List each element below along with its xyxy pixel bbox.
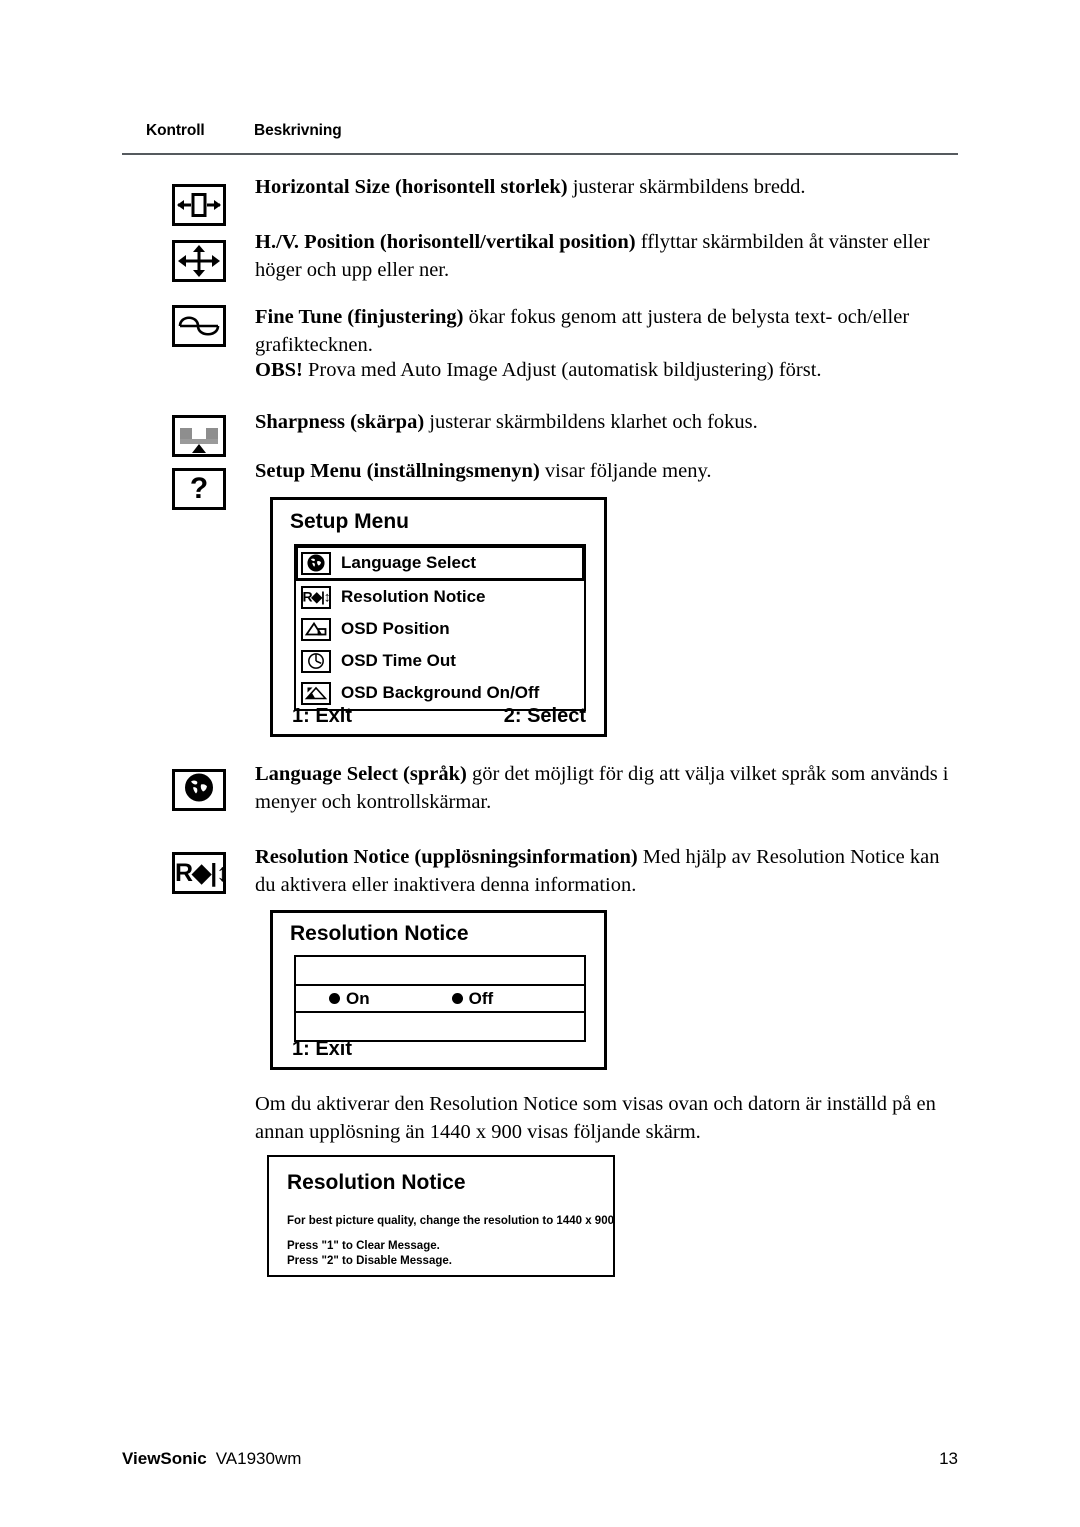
entry-term: Resolution Notice (upplösningsinformatio… bbox=[255, 846, 638, 868]
entry-term: H./V. Position (horisontell/vertikal pos… bbox=[255, 231, 636, 253]
entry-fine-tune-note: OBS! Prova med Auto Image Adjust (automa… bbox=[255, 356, 961, 384]
setup-menu-footer: 1: Exit 2: Select bbox=[292, 705, 586, 728]
sharpness-icon bbox=[172, 415, 226, 457]
header-divider bbox=[122, 153, 958, 155]
options-row-empty-top bbox=[296, 957, 584, 984]
column-header-control: Kontroll bbox=[146, 122, 205, 139]
exit-label[interactable]: 1: Exit bbox=[292, 705, 352, 728]
hv-position-icon bbox=[172, 240, 226, 282]
globe-icon bbox=[301, 551, 331, 575]
page-number: 13 bbox=[939, 1449, 958, 1468]
entry-term: Sharpness (skärpa) bbox=[255, 411, 425, 433]
model-name: VA1930wm bbox=[215, 1449, 302, 1468]
resolution-notice-glyph: R◆|↕ bbox=[302, 588, 331, 605]
setup-menu-osd: Setup Menu Language Select R◆|↕ Resoluti… bbox=[270, 497, 607, 737]
entry-sharpness: Sharpness (skärpa) justerar skärmbildens… bbox=[255, 408, 961, 436]
resolution-notice-glyph: R◆|↕ bbox=[175, 859, 229, 887]
menu-item-osd-position[interactable]: OSD Position bbox=[296, 613, 584, 645]
menu-item-label: Language Select bbox=[341, 553, 477, 572]
manual-page: Kontroll Beskrivning ? R◆|↕ Horizontal S… bbox=[0, 0, 1080, 1527]
setup-menu-icon: ? bbox=[172, 468, 226, 510]
menu-item-label: OSD Position bbox=[341, 619, 450, 638]
exit-label[interactable]: 1: Exit bbox=[292, 1038, 352, 1061]
entry-language-select: Language Select (språk) gör det möjligt … bbox=[255, 760, 961, 816]
entry-term: Horizontal Size (horisontell storlek) bbox=[255, 176, 568, 198]
resolution-notice-icon: R◆|↕ bbox=[301, 585, 331, 609]
options-row-empty-bottom bbox=[296, 1013, 584, 1040]
menu-item-osd-time-out[interactable]: OSD Time Out bbox=[296, 645, 584, 677]
question-mark-glyph: ? bbox=[189, 472, 209, 505]
osd-position-icon bbox=[301, 617, 331, 641]
menu-item-label: OSD Background On/Off bbox=[341, 683, 540, 702]
column-header-description: Beskrivning bbox=[254, 122, 342, 139]
resolution-notice-message-osd: Resolution Notice For best picture quali… bbox=[267, 1155, 615, 1277]
horizontal-size-icon bbox=[172, 184, 226, 226]
menu-item-language-select[interactable]: Language Select bbox=[295, 545, 585, 581]
radio-dot-on-icon bbox=[329, 993, 340, 1004]
entry-text: justerar skärmbildens bredd. bbox=[567, 176, 806, 198]
after-box-paragraph: Om du aktiverar den Resolution Notice so… bbox=[255, 1093, 936, 1143]
message-line-2: Press "1" to Clear Message. bbox=[287, 1240, 440, 1252]
entry-text: justerar skärmbildens klarhet och fokus. bbox=[424, 411, 758, 433]
osd-title: Resolution Notice bbox=[290, 922, 469, 945]
entry-term: Setup Menu (inställningsmenyn) bbox=[255, 460, 540, 482]
entry-fine-tune: Fine Tune (finjustering) ökar fokus geno… bbox=[255, 303, 961, 359]
entry-note-term: OBS! bbox=[255, 359, 303, 381]
osd-background-icon bbox=[301, 681, 331, 705]
message-title: Resolution Notice bbox=[287, 1171, 466, 1194]
brand-name: ViewSonic bbox=[122, 1449, 207, 1468]
entry-term: Fine Tune (finjustering) bbox=[255, 306, 464, 328]
resolution-notice-footer: 1: Exit bbox=[292, 1038, 586, 1061]
option-on[interactable]: On bbox=[329, 989, 370, 1009]
entry-hv-position: H./V. Position (horisontell/vertikal pos… bbox=[255, 228, 961, 284]
osd-title: Setup Menu bbox=[290, 510, 409, 533]
clock-icon bbox=[301, 649, 331, 673]
resolution-notice-icon: R◆|↕ bbox=[172, 852, 229, 894]
menu-item-label: OSD Time Out bbox=[341, 651, 456, 670]
footer-brand: ViewSonic VA1930wm bbox=[122, 1449, 301, 1469]
resolution-notice-options-box: On Off bbox=[294, 955, 586, 1042]
select-label[interactable]: 2: Select bbox=[504, 705, 586, 728]
language-select-icon bbox=[172, 769, 226, 811]
menu-item-resolution-notice[interactable]: R◆|↕ Resolution Notice bbox=[296, 581, 584, 613]
option-off[interactable]: Off bbox=[451, 988, 494, 1009]
option-on-label: On bbox=[346, 988, 370, 1008]
entry-term: Language Select (språk) bbox=[255, 763, 467, 785]
message-line-3: Press "2" to Disable Message. bbox=[287, 1255, 452, 1267]
entry-horizontal-size: Horizontal Size (horisontell storlek) ju… bbox=[255, 173, 961, 201]
entry-resolution-notice: Resolution Notice (upplösningsinformatio… bbox=[255, 843, 961, 899]
entry-text: visar följande meny. bbox=[539, 460, 712, 482]
fine-tune-icon bbox=[172, 305, 226, 347]
setup-menu-list: Language Select R◆|↕ Resolution Notice O… bbox=[294, 544, 586, 711]
radio-dot-off-icon bbox=[451, 993, 463, 1004]
option-off-label: Off bbox=[468, 988, 494, 1008]
entry-setup-menu: Setup Menu (inställningsmenyn) visar föl… bbox=[255, 457, 961, 485]
options-row: On Off bbox=[296, 984, 584, 1013]
resolution-notice-osd: Resolution Notice On Off 1: Exit bbox=[270, 910, 607, 1070]
menu-item-label: Resolution Notice bbox=[341, 587, 486, 606]
entry-note-text: Prova med Auto Image Adjust (automatisk … bbox=[302, 359, 822, 381]
message-line-1: For best picture quality, change the res… bbox=[287, 1215, 614, 1227]
